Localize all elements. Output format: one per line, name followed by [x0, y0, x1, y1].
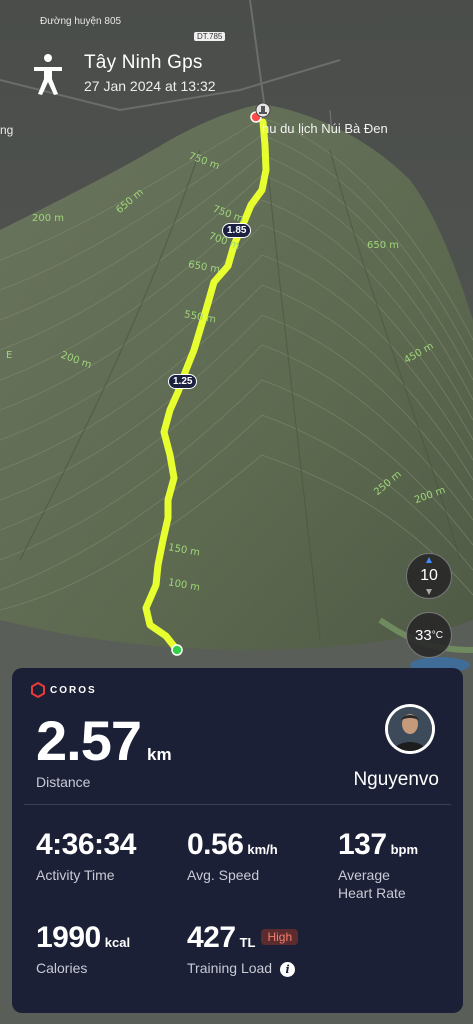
poi-label: hu du lịch Núi Bà Đen	[262, 121, 388, 136]
activity-datetime: 27 Jan 2024 at 13:32	[84, 78, 216, 94]
activity-time-stat: 4:36:34 Activity Time	[36, 828, 136, 884]
contour-label: 650 m	[367, 240, 400, 251]
user-photo	[388, 707, 432, 751]
activity-summary-card: COROS 2.57 km Distance Nguyenvo 4:36:34 …	[12, 668, 463, 1013]
temperature-unit: °C	[431, 629, 443, 641]
stat-unit: bpm	[390, 842, 419, 857]
stat-value: 427	[187, 921, 236, 954]
stat-value: 4:36:34	[36, 828, 136, 861]
km-marker: 1.25	[168, 374, 198, 389]
stat-value: 137	[338, 828, 387, 861]
km-marker: 1.85	[222, 223, 252, 238]
stat-label: Training Load	[187, 960, 273, 976]
stat-unit: kcal	[104, 935, 131, 950]
distance-stat: 2.57 km	[36, 708, 172, 773]
temperature-dial: 33 °C	[406, 612, 452, 658]
contour-label: 200 m	[32, 213, 65, 224]
edge-label: ng	[0, 123, 14, 137]
stat-value: 1990	[36, 921, 101, 954]
distance-label: Distance	[36, 774, 91, 790]
zoom-level: 10	[420, 567, 438, 584]
avatar[interactable]	[385, 704, 435, 754]
hiking-person-icon	[34, 54, 62, 95]
zoom-compass[interactable]: 10	[406, 553, 452, 599]
brand-name: COROS	[50, 684, 97, 696]
stat-unit: TL	[239, 935, 256, 950]
training-load-stat: 427 TL High Training Load i	[187, 921, 299, 977]
training-load-label-row: Training Load i	[187, 959, 298, 977]
activity-title: Tây Ninh Gps	[84, 52, 203, 73]
calories-stat: 1990 kcal Calories	[36, 921, 130, 977]
divider	[24, 804, 451, 805]
stat-label: Activity Time	[36, 867, 115, 883]
stat-unit: km/h	[247, 842, 278, 857]
stat-value: 0.56	[187, 828, 244, 861]
distance-unit: km	[147, 745, 172, 764]
coros-logo-icon	[31, 682, 45, 698]
avg-speed-stat: 0.56 km/h Avg. Speed	[187, 828, 278, 884]
stat-label: Calories	[36, 960, 88, 976]
activity-header: Tây Ninh Gps 27 Jan 2024 at 13:32	[28, 52, 216, 96]
stat-label: Average Heart Rate	[338, 867, 406, 901]
high-badge: High	[261, 929, 299, 945]
temperature-value: 33	[415, 626, 432, 644]
road-badge: DT.785	[194, 32, 226, 41]
info-icon[interactable]: i	[280, 962, 296, 977]
landmark-icon[interactable]	[255, 102, 271, 118]
username: Nguyenvo	[353, 769, 439, 790]
road-label: Đường huyện 805	[40, 16, 122, 27]
stat-label: Avg. Speed	[187, 867, 260, 883]
heart-rate-stat: 137 bpm Average Heart Rate	[338, 828, 418, 902]
distance-value: 2.57	[36, 709, 142, 772]
contour-label: E	[6, 350, 13, 361]
brand: COROS	[30, 682, 97, 698]
